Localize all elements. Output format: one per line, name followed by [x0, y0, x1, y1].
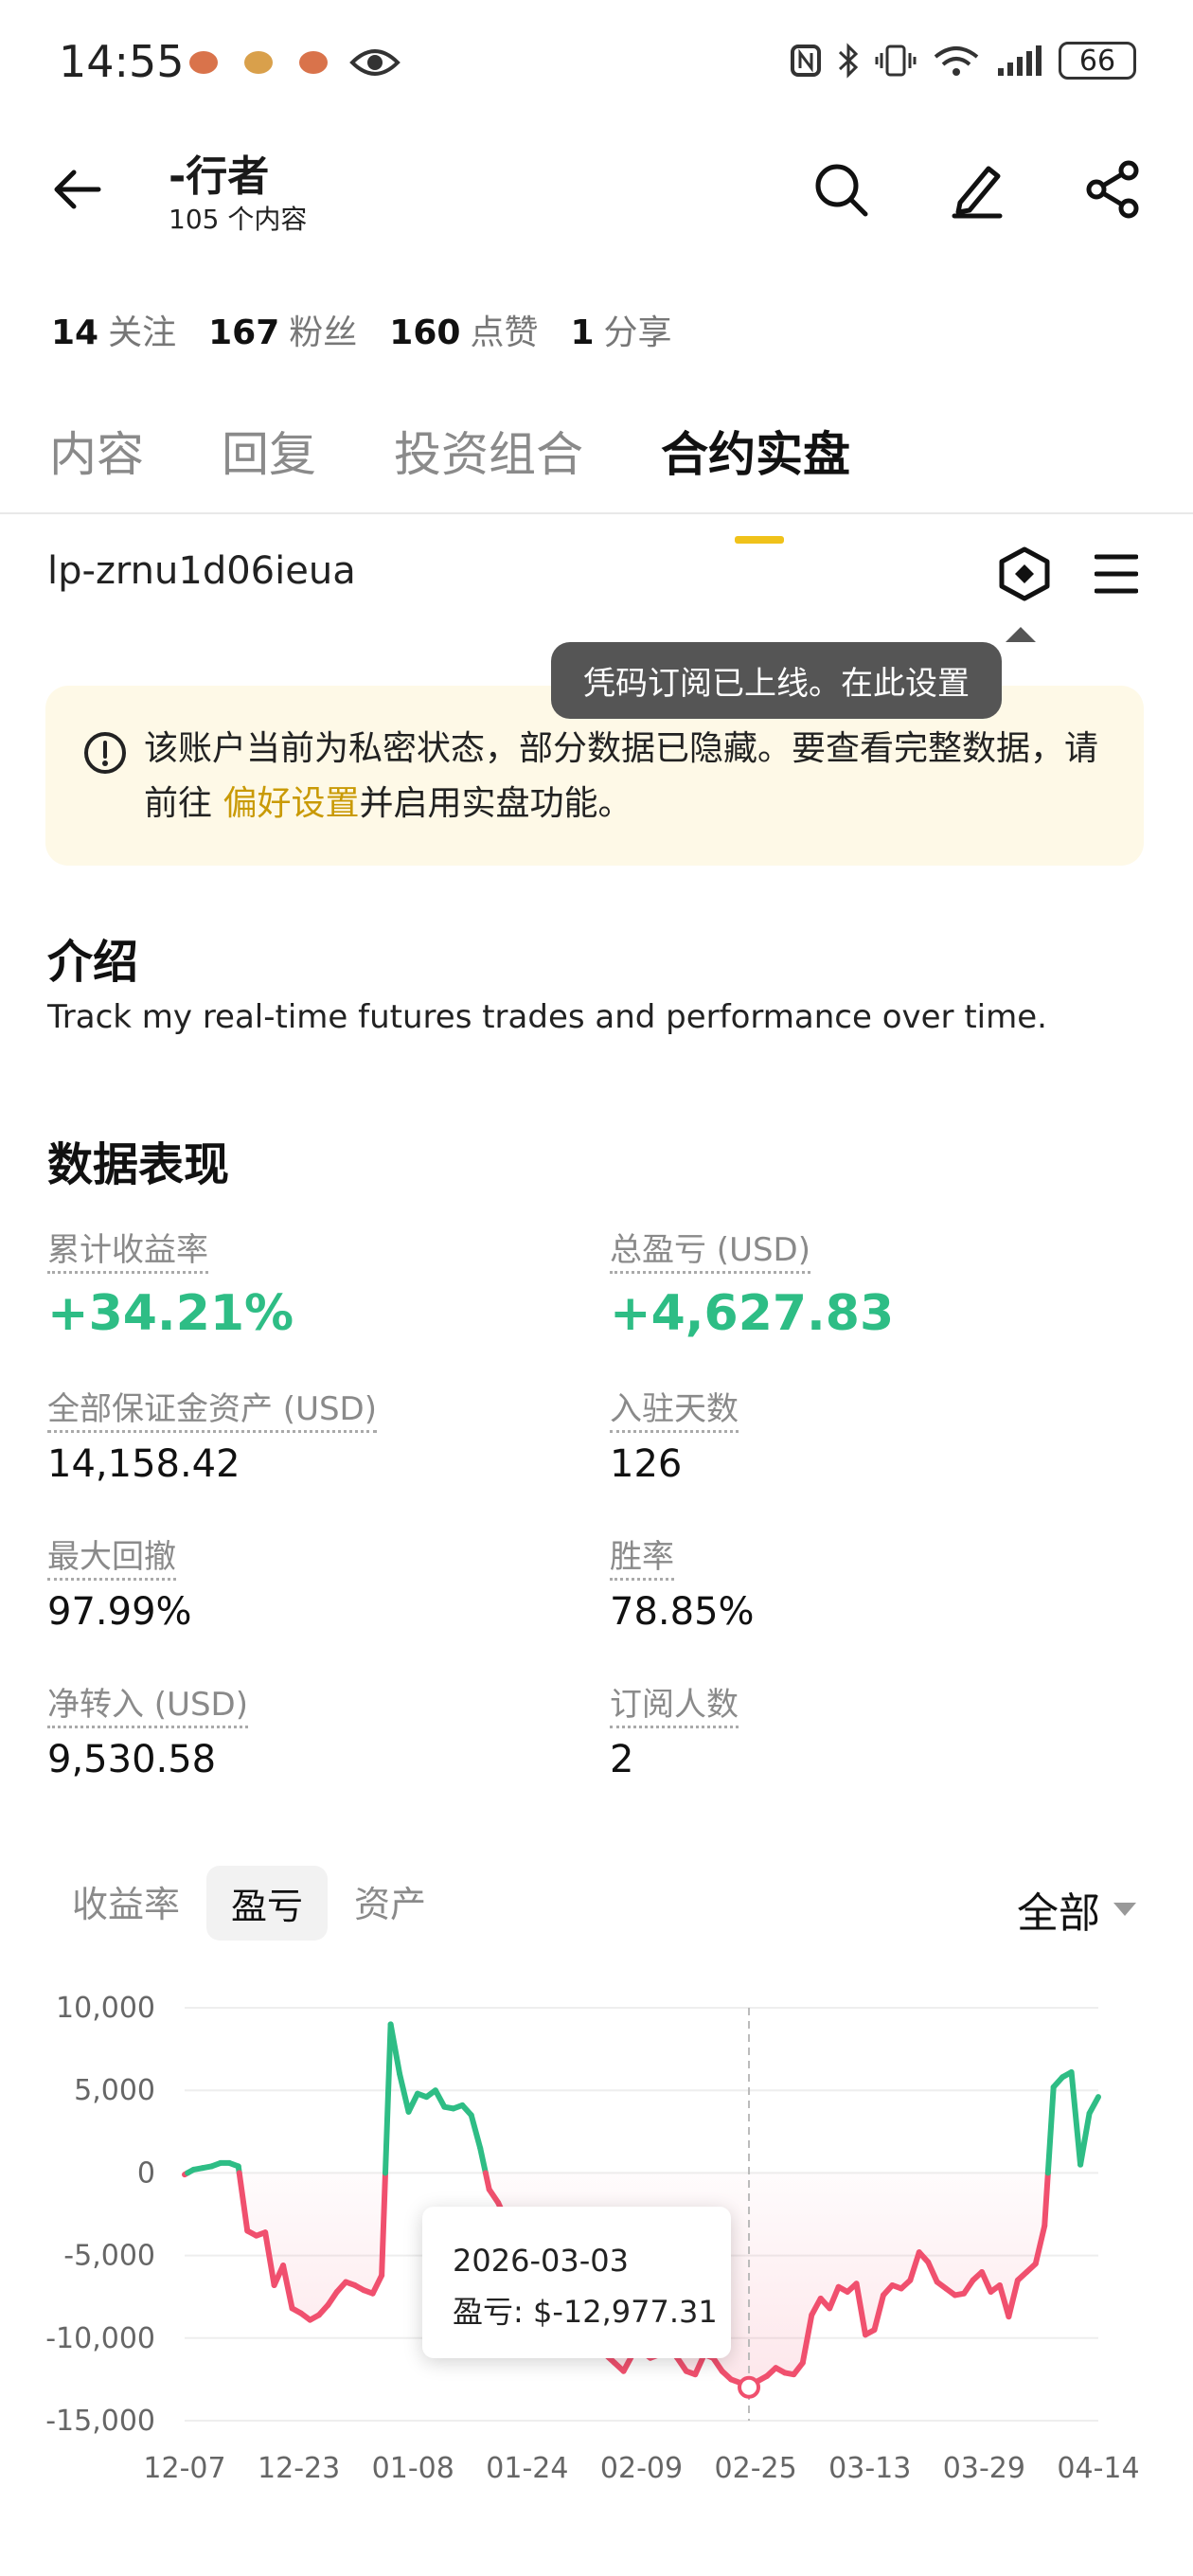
- notice-text: 该账户当前为私密状态，部分数据已隐藏。要查看完整数据，请前往 偏好设置并启用实盘…: [144, 729, 1099, 823]
- x-tick-label: 03-29: [943, 2452, 1025, 2485]
- stat-following[interactable]: 14 关注: [51, 305, 176, 354]
- app-icon-2: [244, 51, 273, 74]
- metric-max-drawdown[interactable]: 最大回撤 97.99%: [47, 1530, 192, 1634]
- pnl-line-segment: [1044, 2084, 1057, 2176]
- preferences-link[interactable]: 偏好设置: [223, 784, 359, 823]
- tab-futures-live[interactable]: 合约实盘: [661, 417, 850, 544]
- tooltip-value: 盈亏: $-12,977.31: [453, 2294, 718, 2330]
- pnl-line-segment: [468, 2112, 484, 2152]
- y-tick-label: 5,000: [74, 2074, 155, 2107]
- menu-icon[interactable]: [1095, 551, 1138, 597]
- tab-portfolio[interactable]: 投资组合: [394, 417, 583, 485]
- chart-tab-assets[interactable]: 资产: [354, 1875, 426, 1927]
- pnl-line-segment: [397, 2070, 412, 2115]
- pnl-line-segment: [405, 2090, 420, 2115]
- back-arrow-icon[interactable]: [49, 161, 106, 218]
- x-tick-label: 12-07: [143, 2452, 225, 2485]
- stat-likes[interactable]: 160 点赞: [389, 305, 538, 354]
- pnl-line-segment: [1077, 2110, 1093, 2168]
- eye-icon: [349, 49, 401, 76]
- nfc-icon: [791, 45, 821, 77]
- chart-tooltip: 2026-03-03 盈亏: $-12,977.31: [422, 2207, 731, 2358]
- metric-days-joined[interactable]: 入驻天数 126: [610, 1383, 739, 1486]
- pnl-line-segment: [1042, 2170, 1051, 2229]
- tooltip-date: 2026-03-03: [453, 2243, 629, 2279]
- x-tick-label: 03-13: [828, 2452, 911, 2485]
- selected-point: [738, 2375, 761, 2399]
- app-icon-3: [299, 51, 328, 74]
- range-selector[interactable]: 全部: [1017, 1879, 1136, 1940]
- x-tick-label: 02-25: [715, 2452, 797, 2485]
- tab-content[interactable]: 内容: [49, 417, 144, 485]
- metric-margin-assets[interactable]: 全部保证金资产 (USD) 14,158.42: [47, 1383, 377, 1486]
- wifi-icon: [934, 46, 979, 76]
- profile-stats: 14 关注 167 粉丝 160 点赞 1 分享: [51, 305, 672, 354]
- vibrate-icon: [875, 45, 917, 77]
- share-icon[interactable]: [1083, 159, 1144, 220]
- chart-tab-pnl[interactable]: 盈亏: [206, 1866, 329, 1941]
- stat-followers[interactable]: 167 粉丝: [208, 305, 357, 354]
- x-tick-label: 01-24: [486, 2452, 568, 2485]
- chart-tab-return[interactable]: 收益率: [72, 1875, 180, 1927]
- edit-icon[interactable]: [947, 159, 1007, 220]
- app-icon-1: [189, 51, 218, 74]
- account-id: lp-zrnu1d06ieua: [47, 549, 356, 593]
- metric-total-pnl[interactable]: 总盈亏 (USD) +4,627.83: [610, 1224, 894, 1342]
- pnl-line-segment: [1068, 2069, 1084, 2168]
- pnl-line-segment: [382, 2021, 394, 2176]
- pnl-line-segment: [379, 2170, 388, 2279]
- battery-icon: 66: [1059, 42, 1136, 80]
- status-time: 14:55: [59, 36, 185, 87]
- y-tick-label: 10,000: [56, 1992, 155, 2025]
- performance-heading: 数据表现: [47, 1138, 230, 1191]
- subscription-code-icon[interactable]: [998, 546, 1051, 602]
- x-tick-label: 04-14: [1057, 2452, 1139, 2485]
- range-label: 全部: [1017, 1889, 1100, 1938]
- y-tick-label: -5,000: [63, 2240, 155, 2273]
- intro-text: Track my real-time futures trades and pe…: [47, 998, 1047, 1036]
- intro-heading: 介绍: [47, 936, 139, 989]
- x-tick-label: 12-23: [258, 2452, 340, 2485]
- metric-cumulative-return[interactable]: 累计收益率 +34.21%: [47, 1224, 294, 1342]
- pnl-line-segment: [1086, 2094, 1101, 2117]
- y-tick-label: -10,000: [45, 2322, 155, 2355]
- metric-subscribers[interactable]: 订阅人数 2: [610, 1678, 739, 1781]
- page-title: -行者: [169, 152, 270, 201]
- status-bar: 14:55 66: [0, 0, 1193, 133]
- metric-net-deposit[interactable]: 净转入 (USD) 9,530.58: [47, 1678, 248, 1781]
- stat-shares[interactable]: 1 分享: [570, 305, 671, 354]
- alert-circle-icon: [84, 732, 126, 774]
- tab-replies[interactable]: 回复: [222, 417, 316, 485]
- subscription-tooltip[interactable]: 凭码订阅已上线。在此设置: [551, 627, 1036, 719]
- signal-icon: [998, 45, 1042, 76]
- status-icons: 66: [790, 42, 1136, 80]
- pnl-line-segment: [477, 2145, 489, 2176]
- content-count: 105 个内容: [169, 204, 308, 235]
- x-tick-label: 01-08: [372, 2452, 454, 2485]
- y-tick-label: -15,000: [45, 2405, 155, 2438]
- metric-win-rate[interactable]: 胜率 78.85%: [610, 1530, 755, 1634]
- bluetooth-icon: [838, 43, 859, 79]
- y-tick-label: 0: [137, 2156, 155, 2190]
- x-tick-label: 02-09: [600, 2452, 683, 2485]
- caret-down-icon: [1113, 1903, 1136, 1916]
- profile-tabs: 内容 回复 投资组合 合约实盘: [49, 417, 850, 544]
- search-icon[interactable]: [810, 159, 871, 220]
- tabs-divider: [0, 512, 1193, 514]
